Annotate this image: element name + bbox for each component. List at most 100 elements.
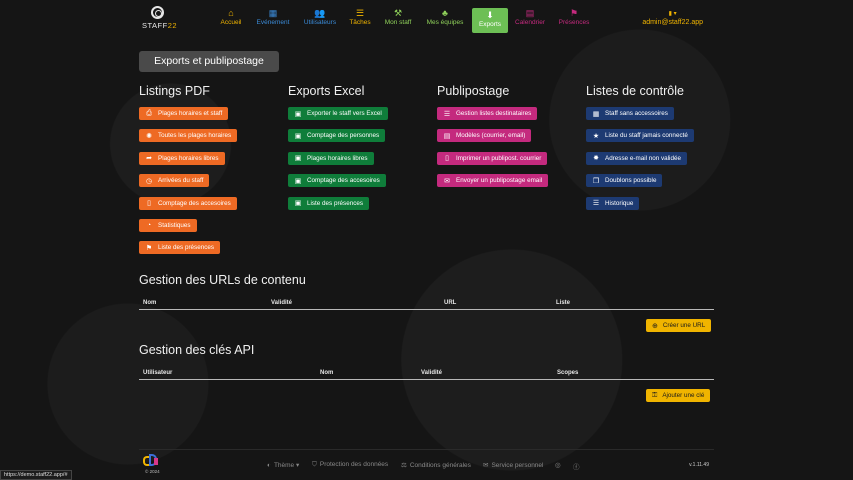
user-menu[interactable]: ▮ ▾ admin@staff22.app (642, 11, 703, 26)
column-header: Nom (320, 370, 334, 376)
nav-item-accueil[interactable]: ⌂ Accueil (218, 8, 244, 32)
pdf-statistics-button[interactable]: ◔ Statistiques (139, 218, 197, 232)
print-icon: ⎙ (146, 109, 152, 117)
nav-item-label: Accueil (220, 19, 242, 26)
pdf-staff-timeslots-button[interactable]: ⎙ Plages horaires et staff (139, 107, 229, 120)
button-label: Liste des présences (307, 199, 364, 207)
column-header: Validité (421, 370, 443, 376)
nav-item-label: Evénement (256, 19, 290, 26)
column-header: Nom (143, 300, 157, 306)
page-title: Exports et publipostage (139, 51, 279, 72)
button-label: Plages horaires et staff (158, 110, 223, 117)
brand-logo[interactable]: STAFF22 (142, 6, 182, 32)
excel-export-staff-button[interactable]: ▣ Exporter le staff vers Excel (288, 107, 388, 120)
star-icon: ★ (592, 132, 600, 140)
facebook-icon[interactable]: ⓕ (573, 461, 580, 471)
excel-free-timeslots-button[interactable]: ▣ Plages horaires libres (288, 151, 374, 165)
nav-item-mes-equipes[interactable]: ♣ Mes équipes (425, 8, 465, 32)
button-label: Arrivées du staff (158, 177, 204, 185)
excel-presences-button[interactable]: ▣ Liste des présences (288, 196, 370, 210)
privacy-link[interactable]: ⛉ Protection des données (312, 461, 388, 469)
button-label: Comptage des personnes (307, 132, 380, 140)
nav-item-label: Mes équipes (426, 19, 464, 26)
section-title: Listes de contrôle (586, 84, 684, 98)
section-pdf: Listings PDF ⎙ Plages horaires et staff ✺… (139, 84, 238, 264)
pdf-free-timeslots-button[interactable]: ➦ Plages horaires libres (139, 151, 225, 165)
copy-icon: ❐ (592, 177, 600, 185)
nav-item-exports[interactable]: ⬇ Exports (472, 8, 508, 33)
button-label: Comptage des accesoires (307, 177, 380, 185)
footer: © 2024 ◐ Thème ▾ ⛉ Protection des données … (139, 449, 714, 479)
footer-copyright: © 2024 (145, 469, 160, 474)
gavel-icon: ⚖ (401, 462, 407, 469)
button-label: Toutes les plages horaires (158, 132, 232, 140)
terms-link[interactable]: ⚖ Conditions générales (401, 461, 471, 469)
palette-icon: ◐ (267, 462, 271, 469)
check-duplicates-button[interactable]: ❐ Doublons possible (586, 174, 663, 188)
button-label: Comptage des accesoires (158, 199, 231, 207)
nav-item-taches[interactable]: ☰ Tâches (349, 8, 371, 32)
key-icon: ⚿ (652, 391, 658, 399)
button-label: Ajouter une clé (662, 392, 705, 399)
app-root: STAFF22 ⌂ Accueil ▦ Evénement 👥 Utilisat… (0, 0, 853, 480)
button-label: Modèles (courrier, email) (456, 132, 526, 140)
sun-icon: ✺ (146, 132, 152, 140)
home-icon: ⌂ (228, 8, 234, 18)
bug-icon: ✸ (593, 155, 599, 163)
user-email: admin@staff22.app (642, 19, 703, 26)
footer-link-label: Thème ▾ (273, 462, 300, 469)
nav-item-utilisateurs[interactable]: 👥 Utilisateurs (302, 8, 338, 32)
calendar-icon: ▦ (268, 8, 278, 18)
device-icon: ▯ (147, 200, 151, 208)
clock-icon: ◷ (145, 177, 153, 185)
column-header: Validité (271, 300, 293, 306)
create-url-button[interactable]: ⊕ Créer une URL (646, 319, 712, 332)
mail-recipient-lists-button[interactable]: ☰ Gestion listes destinataires (437, 107, 538, 120)
mail-print-letter-button[interactable]: ▯ Imprimer un publipost. courrier (437, 151, 548, 165)
list-icon: ☰ (443, 110, 451, 118)
theme-menu[interactable]: ◐ Thème ▾ (267, 461, 299, 469)
mail-templates-button[interactable]: ▤ Modèles (courrier, email) (437, 129, 532, 143)
staff-icon: ⚒ (393, 8, 403, 18)
app-version: v.1.11.49 (689, 462, 709, 468)
nav-item-label: Tâches (349, 19, 371, 26)
pdf-presences-button[interactable]: ⚑ Liste des présences (139, 241, 221, 255)
excel-icon: ▣ (294, 110, 302, 118)
button-label: Doublons possible (605, 177, 657, 185)
nav-item-label: Mon staff (384, 19, 412, 26)
check-no-accessories-button[interactable]: ▦ Staff sans accessoires (586, 107, 674, 120)
column-header: Scopes (557, 370, 579, 376)
mail-send-email-button[interactable]: ✉ Envoyer un publipostage email (437, 174, 549, 188)
button-label: Liste des présences (158, 244, 215, 252)
nav-item-evenement[interactable]: ▦ Evénement (255, 8, 291, 32)
nav-item-mon-staff[interactable]: ⚒ Mon staff (382, 8, 414, 32)
check-history-button[interactable]: ☰ Historique (586, 196, 640, 210)
api-section-title: Gestion des clés API (139, 343, 255, 357)
instagram-icon[interactable]: ◎ (555, 461, 561, 469)
list-icon: ☰ (592, 200, 600, 208)
nav-item-presences[interactable]: ⚑ Présences (558, 8, 590, 32)
section-title: Listings PDF (139, 84, 210, 98)
excel-accessories-button[interactable]: ▣ Comptage des accesoires (288, 174, 386, 188)
add-api-key-button[interactable]: ⚿ Ajouter une clé (646, 389, 711, 402)
urls-section-title: Gestion des URLs de contenu (139, 273, 306, 287)
personnel-service-link[interactable]: ✉ Service personnel (483, 461, 543, 469)
document-icon: ▯ (445, 155, 449, 163)
button-label: Liste du staff jamais connecté (605, 132, 688, 140)
check-never-connected-button[interactable]: ★ Liste du staff jamais connecté (586, 129, 694, 143)
footer-link-label: Protection des données (319, 461, 389, 468)
column-header: Utilisateur (143, 370, 173, 376)
pdf-arrivals-button[interactable]: ◷ Arrivées du staff (139, 174, 210, 188)
column-header: URL (444, 300, 457, 306)
nav-item-calendrier[interactable]: ▤ Calendrier (514, 8, 546, 32)
button-label: Adresse e-mail non validée (605, 154, 681, 162)
check-unverified-email-button[interactable]: ✸ Adresse e-mail non validée (586, 151, 687, 165)
button-label: Envoyer un publipostage email (456, 177, 543, 185)
pdf-all-timeslots-button[interactable]: ✺ Toutes les plages horaires (139, 129, 238, 143)
button-label: Statistiques (158, 221, 191, 229)
envelope-icon: ✉ (444, 177, 450, 185)
shield-icon: ⛉ (312, 461, 317, 468)
excel-icon: ▣ (294, 177, 302, 185)
excel-count-people-button[interactable]: ▣ Comptage des personnes (288, 129, 386, 143)
pdf-accessories-button[interactable]: ▯ Comptage des accesoires (139, 196, 237, 210)
